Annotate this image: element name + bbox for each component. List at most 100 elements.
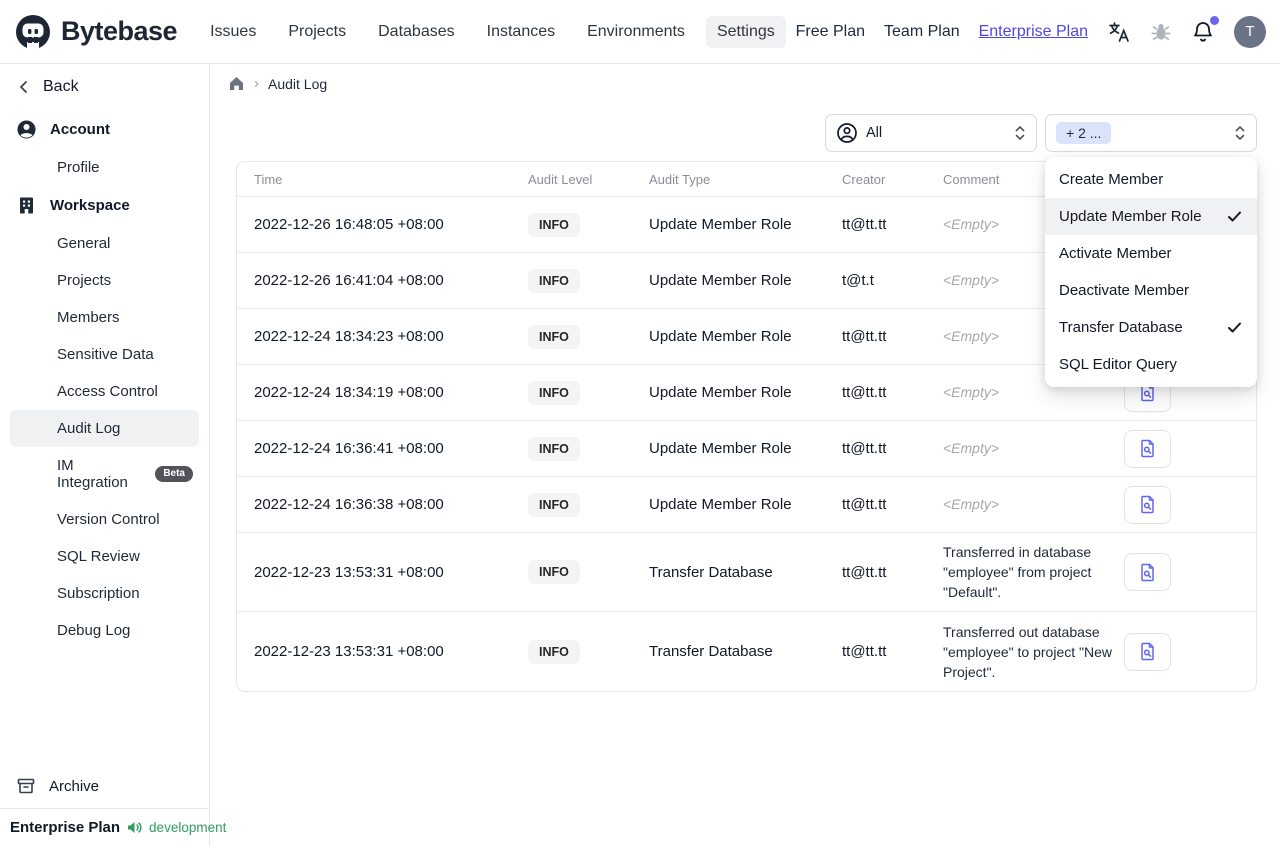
top-navbar: Bytebase Issues Projects Databases Insta… <box>0 0 1280 64</box>
sidebar-item-sensitive-data[interactable]: Sensitive Data <box>10 336 199 373</box>
creator-cell: tt@tt.tt <box>842 216 887 233</box>
sidebar-item-projects[interactable]: Projects <box>10 262 199 299</box>
menu-item-update-member-role[interactable]: Update Member Role <box>1045 198 1257 235</box>
column-header-audit-type: Audit Type <box>649 171 711 187</box>
table-row: 2022-12-24 16:36:38 +08:00 INFO Update M… <box>237 477 1256 533</box>
audit-level-badge: INFO <box>528 324 580 349</box>
nav-link-issues[interactable]: Issues <box>199 16 267 48</box>
sidebar-item-label: General <box>57 235 111 252</box>
sidebar-item-subscription[interactable]: Subscription <box>10 575 199 612</box>
nav-link-settings[interactable]: Settings <box>705 15 786 48</box>
archive-button[interactable]: Archive <box>0 764 209 808</box>
back-label: Back <box>43 78 79 95</box>
notification-dot <box>1210 15 1219 25</box>
workspace-icon <box>16 195 37 216</box>
sidebar-item-label: Access Control <box>57 383 158 400</box>
comment-cell: Transferred in database "employee" from … <box>943 544 1092 600</box>
section-label: Account <box>50 121 110 138</box>
sidebar-item-access-control[interactable]: Access Control <box>10 373 199 410</box>
speaker-icon <box>126 819 143 836</box>
main-nav-links: Issues Projects Databases Instances Envi… <box>199 15 786 48</box>
menu-item-activate-member[interactable]: Activate Member <box>1045 235 1257 272</box>
view-payload-button[interactable] <box>1124 553 1171 591</box>
creator-cell: t@t.t <box>842 272 874 289</box>
breadcrumb-current: Audit Log <box>268 75 328 92</box>
breadcrumb: › Audit Log <box>228 75 327 92</box>
table-row: 2022-12-24 16:36:41 +08:00 INFO Update M… <box>237 421 1256 477</box>
plan-bar: Enterprise Plan development <box>0 808 226 846</box>
view-payload-button[interactable] <box>1124 429 1171 468</box>
user-avatar[interactable]: T <box>1234 15 1266 48</box>
column-header-audit-level: Audit Level <box>528 171 593 187</box>
audit-level-badge: INFO <box>528 212 580 237</box>
audit-level-badge: INFO <box>528 492 580 517</box>
comment-cell: <Empty> <box>943 496 1000 512</box>
sidebar-item-label: Subscription <box>57 585 140 602</box>
audit-level-badge: INFO <box>528 380 580 405</box>
comment-cell: <Empty> <box>943 272 1000 288</box>
sidebar-item-debug-log[interactable]: Debug Log <box>10 612 199 649</box>
menu-item-label: Create Member <box>1059 171 1164 188</box>
audit-type-cell: Update Member Role <box>649 272 792 289</box>
menu-item-label: Activate Member <box>1059 245 1172 262</box>
home-icon[interactable] <box>228 75 245 92</box>
menu-item-create-member[interactable]: Create Member <box>1045 161 1257 198</box>
bytebase-logo[interactable]: Bytebase <box>14 13 178 51</box>
navbar-right: Free Plan Team Plan Enterprise Plan T <box>796 15 1266 48</box>
menu-item-label: Deactivate Member <box>1059 282 1190 299</box>
view-payload-button[interactable] <box>1124 485 1171 524</box>
sidebar-item-label: IM Integration <box>57 457 128 491</box>
nav-link-projects[interactable]: Projects <box>277 16 357 48</box>
enterprise-plan-link[interactable]: Enterprise Plan <box>979 23 1088 41</box>
sidebar-item-profile[interactable]: Profile <box>10 149 199 186</box>
nav-link-environments[interactable]: Environments <box>576 16 696 48</box>
menu-item-deactivate-member[interactable]: Deactivate Member <box>1045 272 1257 309</box>
team-plan-link[interactable]: Team Plan <box>884 23 960 41</box>
creator-cell: tt@tt.tt <box>842 440 887 457</box>
translate-icon[interactable] <box>1107 20 1131 44</box>
audit-level-badge: INFO <box>528 436 580 461</box>
comment-cell: <Empty> <box>943 216 1000 232</box>
sidebar-item-sql-review[interactable]: SQL Review <box>10 538 199 575</box>
sidebar-item-label: SQL Review <box>57 548 140 565</box>
column-header-time: Time <box>254 171 283 187</box>
sidebar-item-im-integration[interactable]: IM Integration Beta <box>10 447 199 501</box>
comment-cell: Transferred out database "employee" to p… <box>943 623 1112 680</box>
back-button[interactable]: Back <box>0 64 209 106</box>
sidebar-item-members[interactable]: Members <box>10 299 199 336</box>
chevron-left-icon <box>16 79 32 95</box>
menu-item-sql-editor-query[interactable]: SQL Editor Query <box>1045 346 1257 383</box>
creator-cell: tt@tt.tt <box>842 563 887 581</box>
creator-cell: tt@tt.tt <box>842 328 887 345</box>
audit-type-cell: Update Member Role <box>649 440 792 457</box>
menu-item-transfer-database[interactable]: Transfer Database <box>1045 309 1257 346</box>
check-icon <box>1226 319 1243 336</box>
audit-type-cell: Transfer Database <box>649 643 773 660</box>
person-circle-icon <box>836 122 858 144</box>
sidebar-item-audit-log[interactable]: Audit Log <box>10 410 199 447</box>
column-header-creator: Creator <box>842 171 886 187</box>
audit-type-cell: Update Member Role <box>649 384 792 401</box>
sidebar-item-label: Version Control <box>57 511 160 528</box>
table-row: 2022-12-23 13:53:31 +08:00 INFO Transfer… <box>237 533 1256 612</box>
audit-type-dropdown-menu: Create Member Update Member Role Activat… <box>1045 157 1257 387</box>
creator-filter-select[interactable]: All <box>825 114 1037 152</box>
sidebar-item-version-control[interactable]: Version Control <box>10 501 199 538</box>
chevron-right-icon: › <box>254 75 259 92</box>
menu-item-label: Update Member Role <box>1059 208 1202 225</box>
sidebar-item-general[interactable]: General <box>10 225 199 262</box>
view-payload-button[interactable] <box>1124 632 1171 671</box>
account-icon <box>16 119 37 140</box>
audit-type-cell: Update Member Role <box>649 328 792 345</box>
notification-bell-icon[interactable] <box>1191 15 1219 44</box>
creator-cell: tt@tt.tt <box>842 496 887 513</box>
menu-item-label: Transfer Database <box>1059 319 1183 336</box>
sidebar-nav: Account Profile Workspace General Projec… <box>0 106 209 649</box>
bug-report-icon[interactable] <box>1150 21 1172 43</box>
free-plan-link[interactable]: Free Plan <box>796 23 865 41</box>
audit-type-cell: Transfer Database <box>649 563 773 581</box>
nav-link-instances[interactable]: Instances <box>476 16 566 48</box>
audit-type-filter-select[interactable]: + 2 ... <box>1045 114 1257 152</box>
bytebase-logo-icon <box>14 13 52 51</box>
nav-link-databases[interactable]: Databases <box>367 16 466 48</box>
